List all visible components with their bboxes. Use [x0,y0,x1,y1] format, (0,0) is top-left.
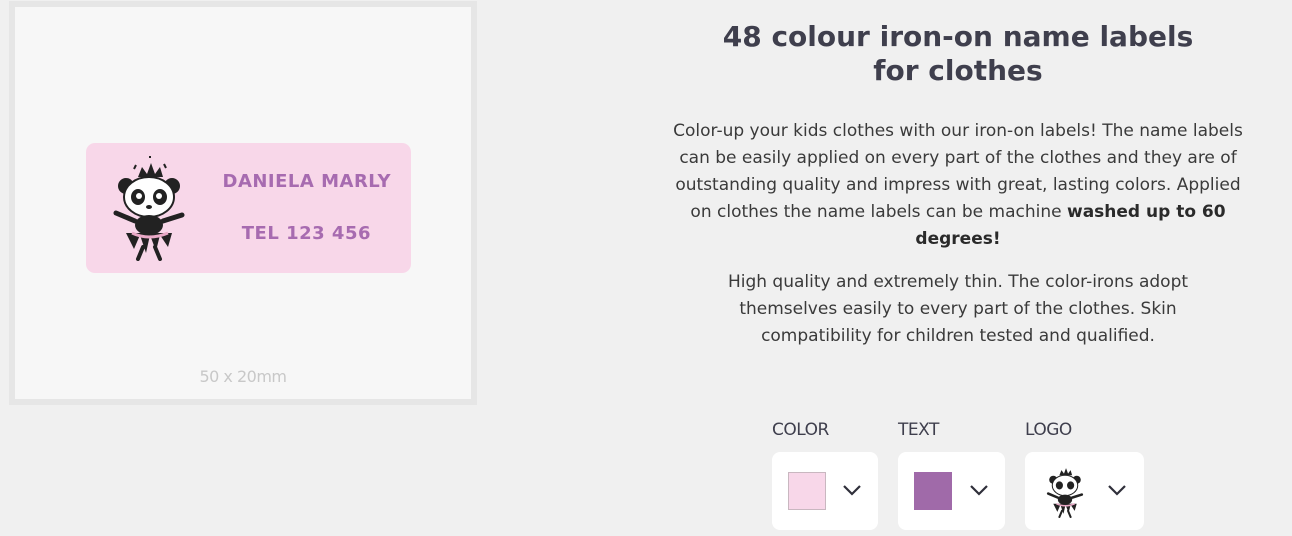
text-color-select[interactable] [898,452,1005,530]
chevron-down-icon [970,485,988,496]
label-preview-area: DANIELA MARLY TEL 123 456 50 x 20mm [15,7,471,399]
text-option-label: TEXT [898,420,939,440]
logo-option: LOGO [1025,420,1144,530]
chevron-down-icon [1108,485,1126,496]
color-swatch [788,472,826,510]
label-size-caption: 50 x 20mm [199,367,287,386]
text-option: TEXT [898,420,1005,530]
color-select[interactable] [772,452,878,530]
ballerina-panda-icon [1046,468,1084,518]
label-name-text: DANIELA MARLY [222,171,391,192]
color-option-label: COLOR [772,420,829,440]
color-option: COLOR [772,420,878,530]
product-description: Color-up your kids clothes with our iron… [660,118,1256,253]
product-info: 48 colour iron-on name labels for clothe… [660,20,1256,350]
chevron-down-icon [843,485,861,496]
name-label-preview: DANIELA MARLY TEL 123 456 [86,143,411,273]
logo-option-label: LOGO [1025,420,1072,440]
label-preview-frame: DANIELA MARLY TEL 123 456 50 x 20mm [9,1,477,405]
logo-select[interactable] [1025,452,1144,530]
product-title: 48 colour iron-on name labels for clothe… [722,20,1194,87]
label-phone-text: TEL 123 456 [241,223,371,244]
text-color-swatch [914,472,952,510]
product-description-secondary: High quality and extremely thin. The col… [727,272,1189,346]
